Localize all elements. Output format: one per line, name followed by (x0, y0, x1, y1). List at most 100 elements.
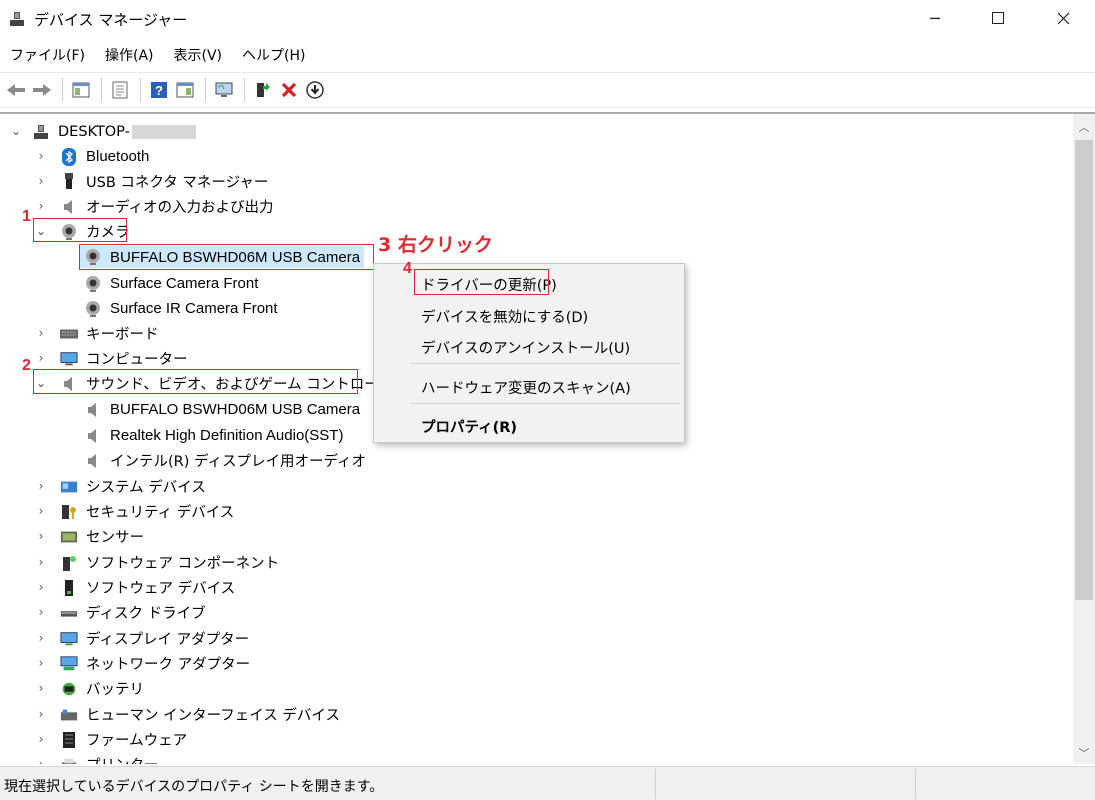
toolbar-separator (101, 78, 102, 102)
tree-item-display-adapters[interactable]: › ディスプレイ アダプター (35, 626, 250, 651)
network-adapter-icon (60, 655, 78, 673)
menu-action[interactable]: 操作(A) (95, 42, 164, 68)
tree-item-label: センサー (86, 530, 144, 546)
keyboard-icon (60, 325, 78, 343)
chevron-right-icon[interactable]: › (35, 479, 47, 493)
tree-item-label: バッテリ (86, 682, 144, 698)
tree-item-surface-ir-camera[interactable]: Surface IR Camera Front (84, 296, 278, 321)
chevron-right-icon[interactable]: › (35, 707, 47, 721)
show-hide-console-tree-button[interactable] (69, 78, 93, 102)
properties-icon (112, 81, 128, 99)
annotation-box-update-driver (414, 269, 549, 295)
chevron-right-icon[interactable]: › (35, 199, 47, 213)
tree-item-security-devices[interactable]: › セキュリティ デバイス (35, 499, 235, 524)
speaker-icon (60, 198, 78, 216)
menu-file[interactable]: ファイル(F) (0, 42, 95, 68)
tree-item-label: Realtek High Definition Audio(SST) (110, 427, 344, 444)
help-toolbar-button[interactable]: ? (147, 78, 171, 102)
chevron-right-icon[interactable]: › (35, 504, 47, 518)
tree-item-hid[interactable]: › ヒューマン インターフェイス デバイス (38, 702, 340, 727)
uninstall-device-button[interactable] (277, 78, 301, 102)
context-menu-separator (410, 363, 680, 364)
tree-item-usb-connector[interactable]: › USB コネクタ マネージャー (38, 169, 268, 194)
properties-toolbar-button[interactable] (108, 78, 132, 102)
chevron-right-icon[interactable]: › (35, 351, 47, 365)
tree-item-buffalo-audio[interactable]: BUFFALO BSWHD06M USB Camera (84, 397, 360, 422)
chevron-right-icon[interactable]: › (35, 631, 47, 645)
context-menu-scan-hardware[interactable]: ハードウェア変更のスキャン(A) (421, 377, 631, 398)
context-menu-properties[interactable]: プロパティ(R) (421, 416, 517, 437)
tree-item-network-adapters[interactable]: › ネットワーク アダプター (38, 651, 250, 676)
annotation-box-sound-video (33, 369, 358, 394)
close-button[interactable] (1040, 0, 1086, 36)
chevron-right-icon[interactable]: › (35, 656, 47, 670)
tree-item-system-devices[interactable]: › システム デバイス (38, 474, 206, 499)
tree-item-software-devices[interactable]: › ソフトウェア デバイス (38, 575, 235, 600)
tree-item-sensors[interactable]: › センサー (38, 524, 144, 549)
show-action-pane-button[interactable] (173, 78, 197, 102)
scrollbar-thumb[interactable] (1075, 140, 1093, 600)
menu-help[interactable]: ヘルプ(H) (232, 42, 315, 68)
chevron-right-icon[interactable]: › (35, 757, 47, 764)
speaker-icon (84, 427, 102, 445)
minimize-button[interactable]: ─ (912, 0, 958, 36)
chevron-right-icon[interactable]: › (35, 149, 47, 163)
context-menu-uninstall-device[interactable]: デバイスのアンインストール(U) (421, 337, 630, 358)
annotation-box-buffalo-camera (79, 244, 374, 270)
scan-hardware-button[interactable] (212, 78, 236, 102)
toolbar-separator (62, 78, 63, 102)
tree-item-surface-camera-front[interactable]: Surface Camera Front (84, 271, 258, 296)
scroll-up-button[interactable]: ︿ (1073, 116, 1095, 138)
tree-item-intel-display-audio[interactable]: インテル(R) ディスプレイ用オーディオ (84, 448, 366, 473)
firmware-icon (60, 731, 78, 749)
forward-button[interactable] (30, 78, 54, 102)
tree-item-computer[interactable]: › コンピューター (38, 346, 188, 371)
chevron-right-icon[interactable]: › (35, 529, 47, 543)
battery-icon (60, 680, 78, 698)
tree-item-disk-drives[interactable]: › ディスク ドライブ (38, 600, 206, 625)
action-pane-icon (176, 82, 194, 98)
speaker-icon (84, 452, 102, 470)
chevron-down-icon[interactable]: ⌄ (10, 124, 22, 138)
tree-root[interactable]: ⌄ DESKTOP- (10, 119, 196, 144)
tree-item-label: キーボード (86, 327, 159, 343)
status-bar: 現在選択しているデバイスのプロパティ シートを開きます。 (0, 766, 1095, 800)
vertical-scrollbar[interactable]: ︿ ﹀ (1073, 114, 1095, 764)
update-driver-button[interactable] (251, 78, 275, 102)
chevron-right-icon[interactable]: › (35, 681, 47, 695)
menu-bar: ファイル(F) 操作(A) 表示(V) ヘルプ(H) (0, 42, 315, 68)
annotation-box-camera (33, 218, 127, 242)
tree-item-firmware[interactable]: › ファームウェア (38, 727, 187, 752)
tree-item-software-components[interactable]: › ソフトウェア コンポーネント (35, 550, 280, 575)
menu-view[interactable]: 表示(V) (164, 42, 233, 68)
tree-item-label: ネットワーク アダプター (86, 657, 251, 673)
chevron-right-icon[interactable]: › (35, 326, 47, 340)
chevron-right-icon[interactable]: › (35, 605, 47, 619)
back-button[interactable] (4, 78, 28, 102)
chevron-right-icon[interactable]: › (35, 555, 47, 569)
enable-device-button[interactable] (303, 78, 327, 102)
software-component-icon (60, 554, 78, 572)
speaker-icon (84, 401, 102, 419)
context-menu-disable-device[interactable]: デバイスを無効にする(D) (421, 306, 588, 327)
display-adapter-icon (60, 630, 78, 648)
device-manager-icon (8, 10, 26, 28)
chevron-right-icon[interactable]: › (35, 580, 47, 594)
tree-item-label: Surface IR Camera Front (110, 300, 278, 317)
chevron-right-icon[interactable]: › (35, 732, 47, 746)
tree-item-battery[interactable]: › バッテリ (38, 676, 144, 701)
tree-item-keyboard[interactable]: › キーボード (38, 321, 159, 346)
tree-item-label: Surface Camera Front (110, 275, 259, 292)
context-menu-separator (410, 403, 680, 404)
tree-item-printers[interactable]: › プリンター (38, 752, 159, 764)
chevron-right-icon[interactable]: › (35, 174, 47, 188)
tree-item-label: システム デバイス (86, 480, 206, 496)
tree-item-audio-io[interactable]: › オーディオの入力および出力 (35, 194, 274, 219)
tree-item-realtek-audio[interactable]: Realtek High Definition Audio(SST) (84, 423, 343, 448)
tree-item-label: ソフトウェア デバイス (86, 581, 236, 597)
scroll-down-button[interactable]: ﹀ (1073, 742, 1095, 764)
maximize-button[interactable] (975, 0, 1021, 36)
tree-item-bluetooth[interactable]: › Bluetooth (38, 144, 149, 169)
bluetooth-icon (60, 147, 78, 166)
annotation-step-3-label: 右クリック (397, 234, 493, 256)
